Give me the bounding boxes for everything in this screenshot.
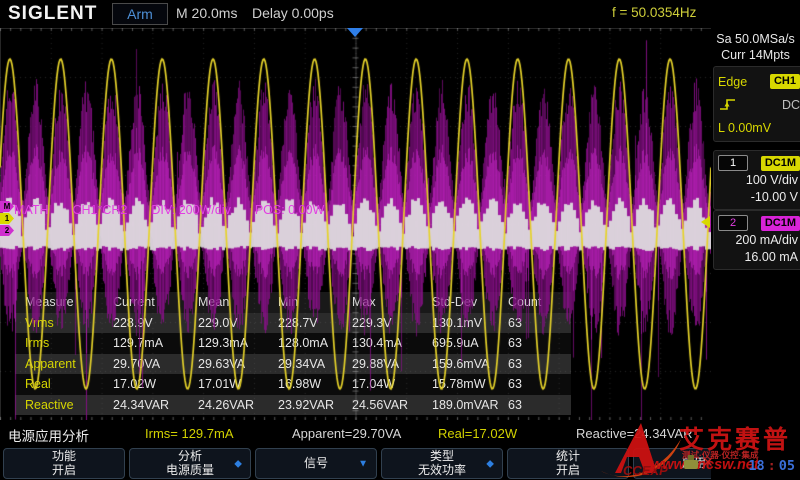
trigger-panel[interactable]: Edge CH1 DC L 0.00mV xyxy=(713,66,800,142)
memory-depth: Curr 14Mpts xyxy=(711,47,800,63)
col-max: Max xyxy=(352,295,432,309)
oscilloscope-screen: SIGLENT Arm M 20.0ms Delay 0.00ps f = 50… xyxy=(0,0,800,480)
ch1-scale: 100 V/div xyxy=(718,172,800,189)
table-row-real: Real 17.02W 17.01W 16.98W 17.04W 15.78mW… xyxy=(15,374,571,395)
ch1-panel[interactable]: 1 DC1M 100 V/div -10.00 V xyxy=(713,150,800,210)
softkey-type[interactable]: 类型 无效功率 ◆ xyxy=(381,448,503,479)
col-count: Count xyxy=(508,295,571,309)
printer-error-icon: ✕ xyxy=(702,455,714,469)
acquisition-status[interactable]: Arm xyxy=(112,3,168,25)
trigger-type: Edge xyxy=(718,75,747,89)
app-mode-label: 电源应用分析 xyxy=(8,425,89,445)
softkey-statistics[interactable]: 统计 开启 xyxy=(507,448,629,479)
readout-real: Real=17.02W xyxy=(438,426,517,441)
col-current: Current xyxy=(113,295,198,309)
trigger-position-marker[interactable] xyxy=(347,28,363,37)
table-header-row: Measure Current Mean Min Max Std-Dev Cou… xyxy=(15,292,571,313)
clock-minutes: 05 xyxy=(779,458,795,474)
math-channel-label: MATH CH1*CH2 DIV: 200W/div POS: 0.00W xyxy=(14,203,324,217)
ch2-coupling-badge: DC1M xyxy=(761,216,800,231)
ch2-panel[interactable]: 2 DC1M 200 mA/div 16.00 mA xyxy=(713,210,800,270)
diamond-select-icon: ◆ xyxy=(234,457,242,471)
table-row-vrms: Vrms 228.9V 229.0V 228.7V 229.3V 130.1mV… xyxy=(15,313,571,334)
math-name: MATH xyxy=(14,203,49,217)
ch2-number: 2 xyxy=(718,215,748,231)
diamond-select-icon: ◆ xyxy=(486,457,494,471)
top-status-bar: SIGLENT Arm M 20.0ms Delay 0.00ps f = 50… xyxy=(0,0,800,28)
softkey-function[interactable]: 功能 开启 xyxy=(3,448,125,479)
col-min: Min xyxy=(278,295,352,309)
col-stddev: Std-Dev xyxy=(432,295,508,309)
ch1-number: 1 xyxy=(718,155,748,171)
table-row-irms: Irms 129.7mA 129.3mA 128.0mA 130.4mA 695… xyxy=(15,333,571,354)
rising-edge-icon xyxy=(718,97,738,112)
trigger-source-badge: CH1 xyxy=(770,74,800,89)
readout-apparent: Apparent=29.70VA xyxy=(292,426,401,441)
table-row-reactive: Reactive 24.34VAR 24.26VAR 23.92VAR 24.5… xyxy=(15,395,571,416)
system-clock: 18:05 xyxy=(748,458,795,474)
table-row-apparent: Apparent 29.70VA 29.63VA 29.34VA 29.88VA… xyxy=(15,354,571,375)
usb-device-icon xyxy=(684,460,698,469)
sample-rate: Sa 50.0MSa/s xyxy=(711,31,800,47)
softkey-analysis[interactable]: 分析 电源质量 ◆ xyxy=(129,448,251,479)
ch1-offset: -10.00 V xyxy=(718,189,800,206)
delay-readout[interactable]: Delay 0.00ps xyxy=(252,5,334,21)
ch2-scale: 200 mA/div xyxy=(718,232,800,249)
trigger-coupling: DC xyxy=(782,98,800,112)
math-position: POS: 0.00W xyxy=(255,203,324,217)
ch2-offset: 16.00 mA xyxy=(718,249,800,266)
readout-reactive: Reactive=24.34VAR xyxy=(576,426,692,441)
trigger-level: L 0.00mV xyxy=(718,121,771,135)
softkey-menu: 功能 开启 分析 电源质量 ◆ 信号 ▼ 类型 无效功率 ◆ 统计 开启 应用 xyxy=(0,447,800,480)
col-measure: Measure xyxy=(25,295,113,309)
col-mean: Mean xyxy=(198,295,278,309)
readout-irms: Irms= 129.7mA xyxy=(145,426,234,441)
softkey-signal[interactable]: 信号 ▼ xyxy=(255,448,377,479)
frequency-counter: f = 50.0354Hz xyxy=(612,5,696,20)
bottom-status-bar: 电源应用分析 Irms= 129.7mA Apparent=29.70VA Re… xyxy=(0,420,800,447)
measurement-table: Measure Current Mean Min Max Std-Dev Cou… xyxy=(15,292,571,415)
math-div-scale: DIV: 200W/div xyxy=(151,203,230,217)
trigger-level-marker[interactable] xyxy=(701,216,710,228)
acquisition-info: Sa 50.0MSa/s Curr 14Mpts xyxy=(711,31,800,63)
chevron-down-icon: ▼ xyxy=(358,457,368,471)
ch1-coupling-badge: DC1M xyxy=(761,156,800,171)
clock-hours: 18 xyxy=(748,458,764,474)
brand-logo: SIGLENT xyxy=(8,3,97,25)
timebase-readout[interactable]: M 20.0ms xyxy=(176,5,237,21)
math-expression: CH1*CH2 xyxy=(73,203,128,217)
